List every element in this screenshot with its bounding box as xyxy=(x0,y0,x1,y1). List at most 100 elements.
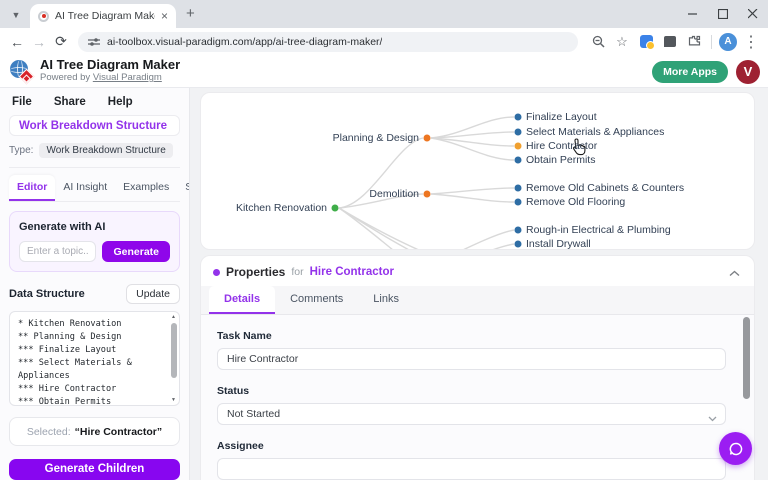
tree-node-label[interactable]: Select Materials & Appliances xyxy=(526,126,664,138)
tree-node-dot[interactable] xyxy=(515,157,522,164)
tab-settings[interactable]: Settings xyxy=(177,175,190,201)
tree-node-label[interactable]: Finalize Layout xyxy=(526,111,597,123)
extensions-puzzle-icon[interactable] xyxy=(684,32,704,52)
tree-node-dot[interactable] xyxy=(424,191,431,198)
chat-bubble-button[interactable] xyxy=(719,432,752,465)
tree-node-dot[interactable] xyxy=(515,143,522,150)
zoom-out-icon[interactable] xyxy=(588,32,608,52)
selected-value: “Hire Contractor” xyxy=(75,426,163,438)
extension-dark-icon[interactable] xyxy=(660,32,680,52)
collapse-chevron-icon[interactable] xyxy=(729,264,740,282)
properties-target: Hire Contractor xyxy=(310,266,394,278)
tree-node-label[interactable]: Obtain Permits xyxy=(526,154,595,166)
assignee-field[interactable] xyxy=(217,458,726,480)
new-tab-button[interactable]: + xyxy=(186,6,195,21)
visual-paradigm-link[interactable]: Visual Paradigm xyxy=(93,72,162,83)
sidebar-divider xyxy=(9,167,180,168)
sidebar-tabs: Editor AI Insight Examples Settings xyxy=(9,175,180,202)
tree-node-label[interactable]: Planning & Design xyxy=(333,132,419,144)
tree-node-dot[interactable] xyxy=(332,205,339,212)
reload-icon[interactable]: ⟳ xyxy=(50,31,72,53)
extension-colored-icon[interactable] xyxy=(636,32,656,52)
data-structure-scrollbar[interactable]: ▲ ▼ xyxy=(169,313,178,404)
data-structure-content[interactable]: * Kitchen Renovation ** Planning & Desig… xyxy=(10,312,179,406)
generate-with-ai-panel: Generate with AI Generate xyxy=(9,211,180,272)
url-text: ai-toolbox.visual-paradigm.com/app/ai-tr… xyxy=(107,36,382,48)
topic-input[interactable] xyxy=(19,241,96,262)
tree-node-label[interactable]: Rough-in Electrical & Plumbing xyxy=(526,224,671,236)
browser-menu-dots-icon[interactable]: ⋮ xyxy=(741,32,761,52)
scrollbar-thumb[interactable] xyxy=(171,323,177,378)
tree-node-dot[interactable] xyxy=(515,129,522,136)
properties-panel: Properties for Hire Contractor Details C… xyxy=(200,255,755,480)
browser-profile-avatar[interactable]: A xyxy=(719,33,737,51)
generate-button[interactable]: Generate xyxy=(102,241,170,262)
browser-tab[interactable]: AI Tree Diagram Maker × xyxy=(30,4,176,28)
browser-toolbar: ← → ⟳ ai-toolbox.visual-paradigm.com/app… xyxy=(0,28,768,55)
tree-link xyxy=(455,244,514,250)
tab-title: AI Tree Diagram Maker xyxy=(55,10,155,22)
tab-comments[interactable]: Comments xyxy=(275,286,358,314)
scroll-down-icon[interactable]: ▼ xyxy=(169,397,178,403)
tab-favicon-icon xyxy=(38,11,49,22)
app-header: AI Tree Diagram Maker Powered by Visual … xyxy=(0,55,768,88)
browser-tabstrip: ▼ AI Tree Diagram Maker × + xyxy=(0,0,768,28)
update-button[interactable]: Update xyxy=(126,284,180,304)
generate-panel-title: Generate with AI xyxy=(19,221,170,233)
tree-node-label[interactable]: Install Drywall xyxy=(526,238,591,250)
bookmark-star-icon[interactable]: ☆ xyxy=(612,32,632,52)
tree-node-dot[interactable] xyxy=(515,241,522,248)
main-area: Kitchen Renovation Planning & Design Demol… xyxy=(190,88,768,480)
tree-node-dot[interactable] xyxy=(515,199,522,206)
tree-link xyxy=(431,138,514,160)
tree-link xyxy=(339,208,473,250)
task-name-label: Task Name xyxy=(217,330,726,342)
tab-ai-insight[interactable]: AI Insight xyxy=(55,175,115,201)
tab-search-chevron-icon[interactable]: ▼ xyxy=(8,7,24,23)
tab-close-icon[interactable]: × xyxy=(161,10,168,22)
tree-node-label[interactable]: Remove Old Flooring xyxy=(526,196,625,208)
window-maximize-button[interactable] xyxy=(708,0,738,28)
more-apps-button[interactable]: More Apps xyxy=(652,61,728,83)
tree-node-dot[interactable] xyxy=(424,135,431,142)
chat-bubble-icon xyxy=(728,441,744,457)
tree-node-label[interactable]: Demolition xyxy=(369,188,419,200)
window-minimize-button[interactable] xyxy=(678,0,708,28)
status-select[interactable] xyxy=(217,403,726,425)
selected-label: Selected: xyxy=(27,426,71,438)
generate-children-button[interactable]: Generate Children xyxy=(9,459,180,480)
properties-content: Task Name Status Assignee ▼ xyxy=(201,315,754,480)
tree-node-label[interactable]: Hire Contractor xyxy=(526,140,597,152)
address-bar[interactable]: ai-toolbox.visual-paradigm.com/app/ai-tr… xyxy=(78,32,578,52)
tree-link xyxy=(431,194,514,202)
task-name-field[interactable] xyxy=(217,348,726,370)
tree-node-label[interactable]: Remove Old Cabinets & Counters xyxy=(526,182,684,194)
data-structure-editor[interactable]: * Kitchen Renovation ** Planning & Desig… xyxy=(9,311,180,406)
type-label: Type: xyxy=(9,145,33,156)
properties-title: Properties xyxy=(226,265,285,279)
tab-details[interactable]: Details xyxy=(209,286,275,314)
menu-share[interactable]: Share xyxy=(54,96,86,108)
diagram-title-field[interactable]: Work Breakdown Structure xyxy=(9,115,180,136)
diagram-canvas[interactable]: Kitchen Renovation Planning & Design Demol… xyxy=(200,92,755,250)
tab-editor[interactable]: Editor xyxy=(9,175,55,201)
back-icon[interactable]: ← xyxy=(6,31,28,53)
forward-icon[interactable]: → xyxy=(28,31,50,53)
tree-links-svg xyxy=(201,93,754,250)
assignee-label: Assignee xyxy=(217,440,726,452)
tab-examples[interactable]: Examples xyxy=(115,175,177,201)
tree-node-label[interactable]: Kitchen Renovation xyxy=(236,202,327,214)
window-close-button[interactable] xyxy=(738,0,768,28)
tree-node-dot[interactable] xyxy=(515,114,522,121)
toolbar-separator xyxy=(711,35,712,49)
scrollbar-thumb[interactable] xyxy=(743,317,750,399)
tab-links[interactable]: Links xyxy=(358,286,414,314)
tree-node-dot[interactable] xyxy=(515,227,522,234)
user-avatar[interactable]: V xyxy=(736,60,760,84)
scroll-up-icon[interactable]: ▲ xyxy=(169,314,178,320)
tree-node-dot[interactable] xyxy=(515,185,522,192)
menu-file[interactable]: File xyxy=(12,96,32,108)
type-value-chip: Work Breakdown Structure xyxy=(39,143,172,158)
menu-help[interactable]: Help xyxy=(108,96,133,108)
sidebar: File Share Help Work Breakdown Structure… xyxy=(0,88,190,480)
